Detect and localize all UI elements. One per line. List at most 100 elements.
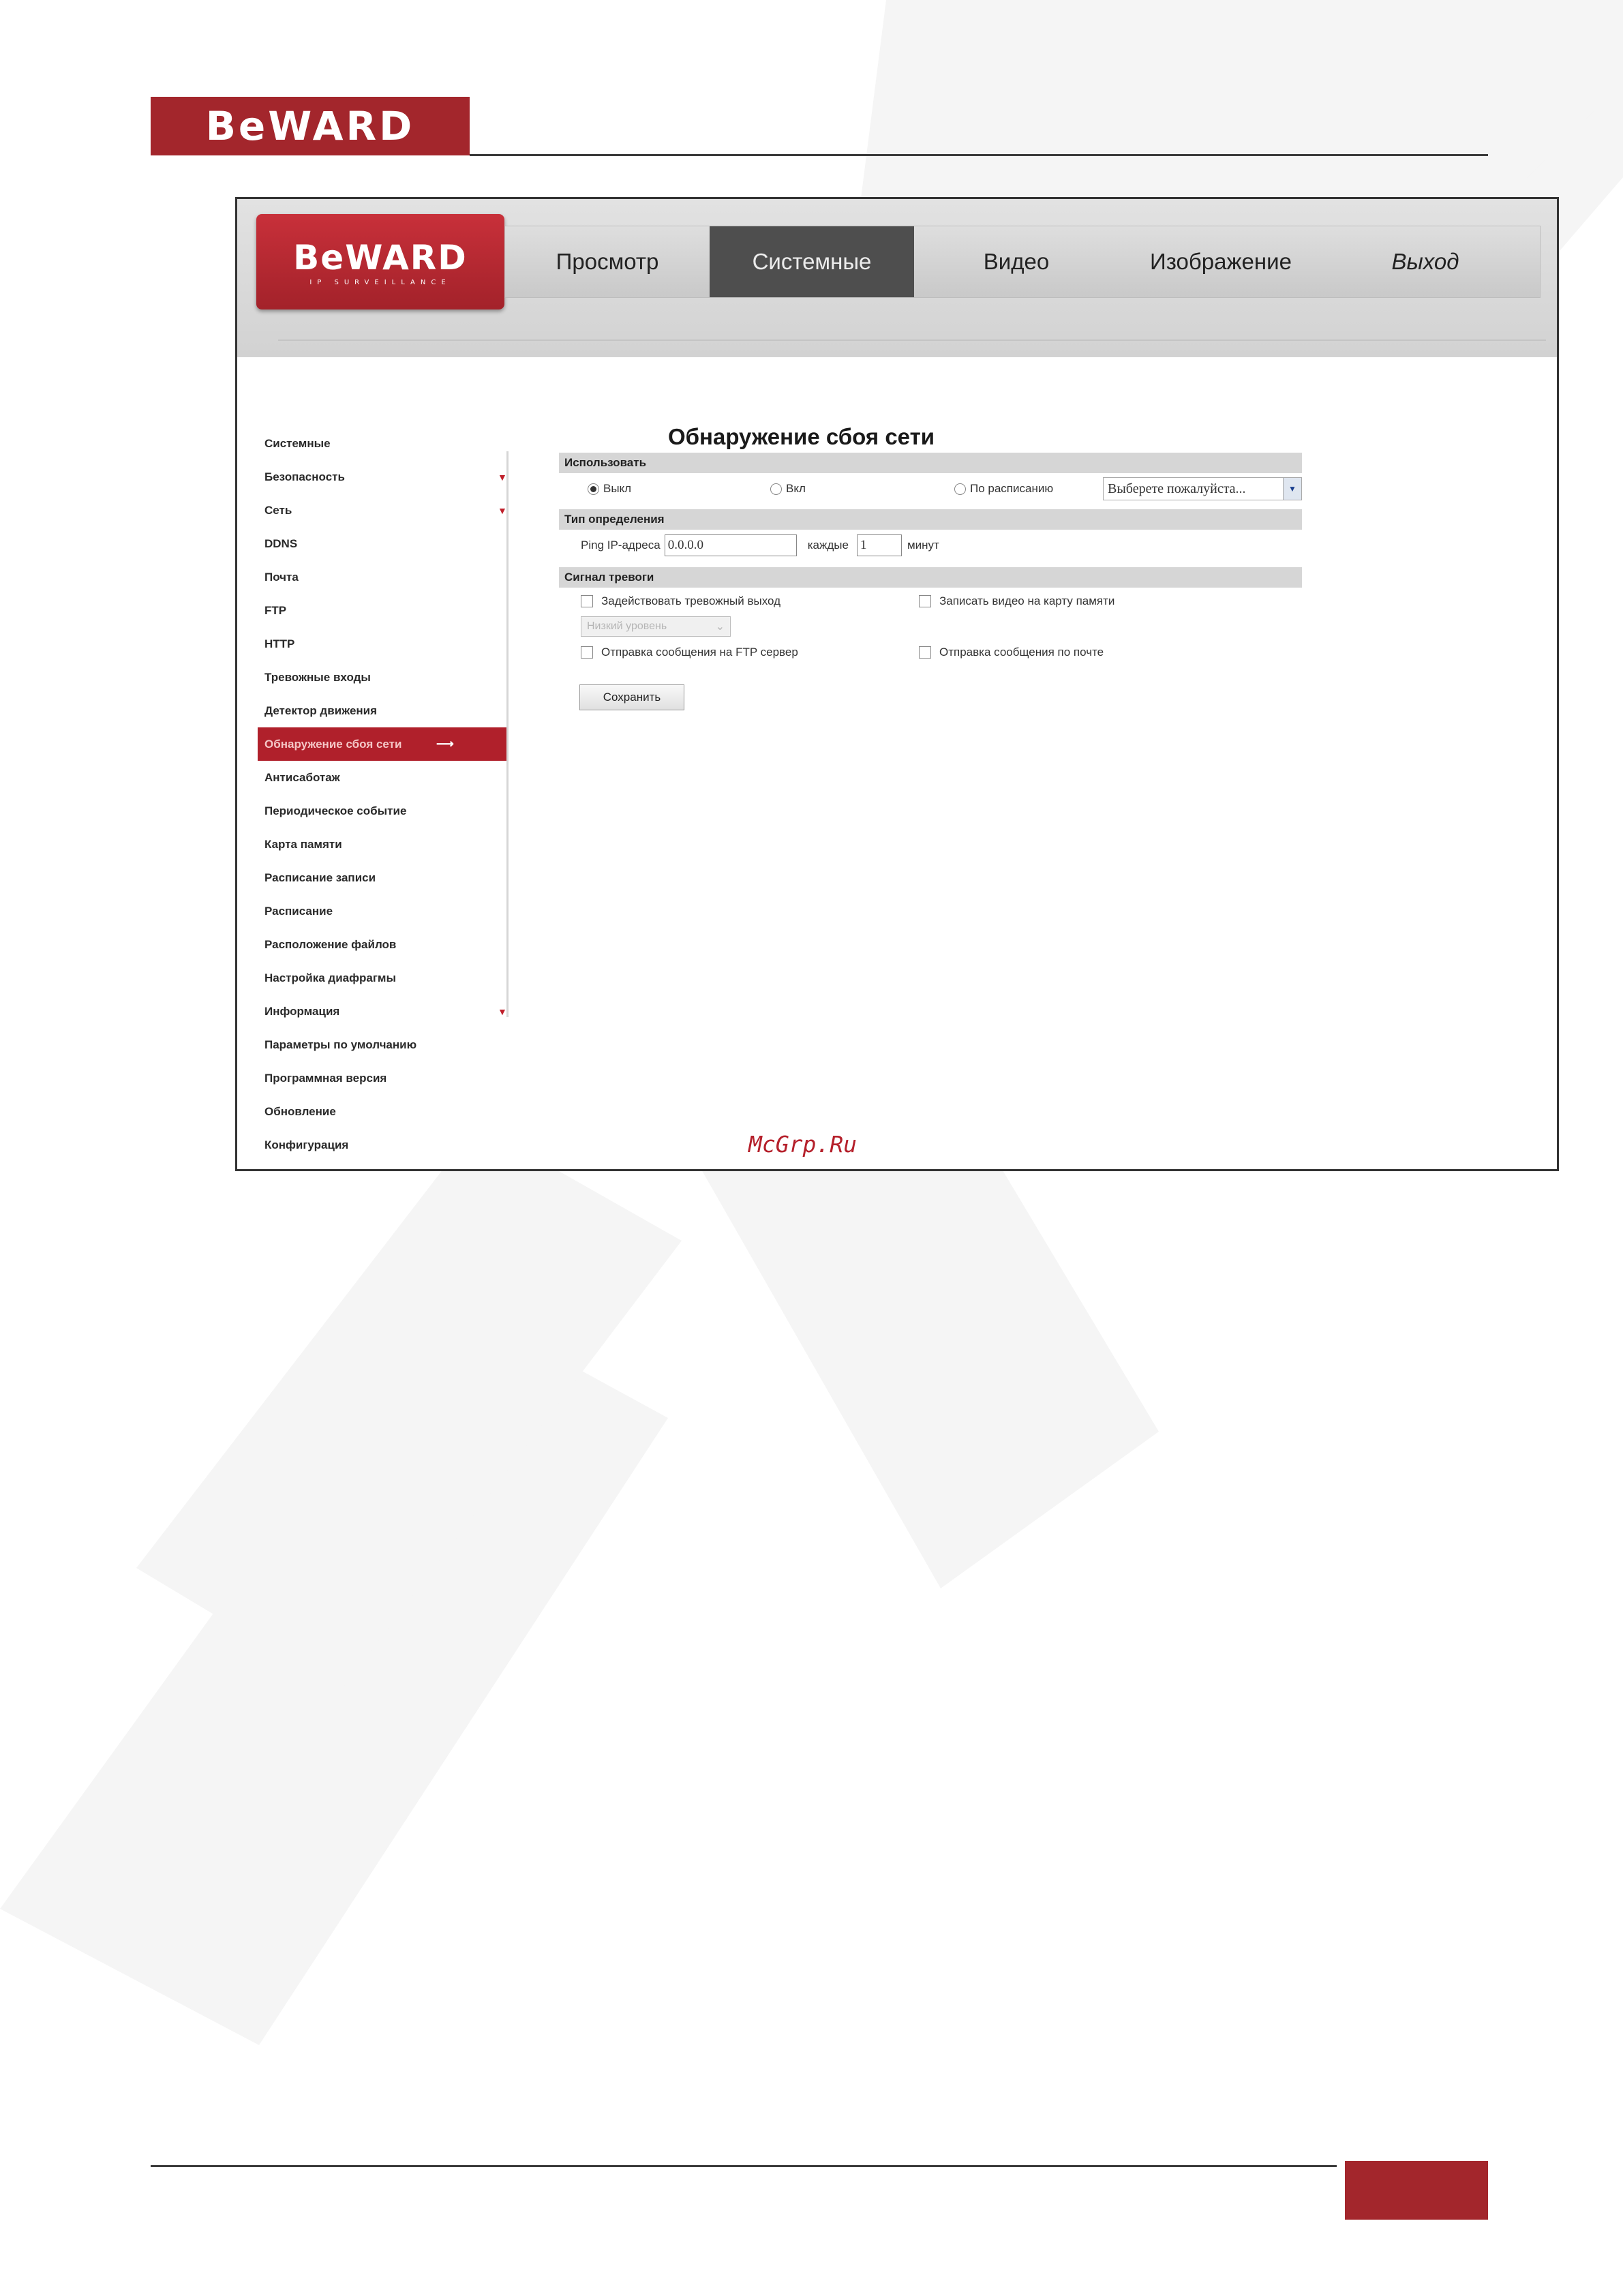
sidebar-item-label: Антисаботаж bbox=[264, 770, 340, 784]
email-message-option[interactable]: Отправка сообщения по почте bbox=[919, 646, 1104, 659]
sidebar-item-label: Расписание bbox=[264, 904, 333, 918]
sidebar-item-configuration[interactable]: Конфигурация bbox=[258, 1128, 506, 1162]
sidebar-item-label: Расположение файлов bbox=[264, 937, 397, 951]
minutes-label: минут bbox=[907, 539, 939, 552]
sidebar-item-label: FTP bbox=[264, 603, 287, 617]
sidebar-item-firmware-version[interactable]: Программная версия bbox=[258, 1061, 506, 1095]
email-message-label: Отправка сообщения по почте bbox=[939, 646, 1104, 659]
radio-off-label: Выкл bbox=[603, 482, 632, 495]
header-rule bbox=[470, 154, 1488, 156]
ping-label: Ping IP-адреса bbox=[581, 539, 661, 552]
schedule-select[interactable]: Выберете пожалуйста... ▼ bbox=[1103, 477, 1302, 500]
tab-logout[interactable]: Выход bbox=[1323, 226, 1528, 297]
sidebar-item-label: Сеть bbox=[264, 503, 292, 517]
sidebar-menu: Системные Безопасность ▼ Сеть ▼ DDNS Почта… bbox=[258, 427, 507, 1162]
sidebar-item-label: HTTP bbox=[264, 637, 295, 650]
sidebar-item-label: Обнаружение сбоя сети bbox=[264, 737, 402, 751]
ftp-message-option[interactable]: Отправка сообщения на FTP сервер bbox=[581, 646, 798, 659]
sidebar-item-label: Обновление bbox=[264, 1104, 336, 1118]
source-watermark-text: McGrp.Ru bbox=[748, 1131, 857, 1158]
sidebar-item-tamper[interactable]: Антисаботаж bbox=[258, 761, 506, 794]
page-title: Обнаружение сбоя сети bbox=[668, 424, 935, 449]
sidebar-item-periodic-event[interactable]: Периодическое событие bbox=[258, 794, 506, 828]
sidebar-item-label: Информация bbox=[264, 1004, 340, 1018]
record-sd-label: Записать видео на карту памяти bbox=[939, 594, 1115, 607]
sidebar-item-http[interactable]: HTTP bbox=[258, 627, 506, 661]
expand-arrow-icon: ▼ bbox=[498, 504, 507, 516]
sidebar-item-security[interactable]: Безопасность ▼ bbox=[258, 460, 507, 494]
sidebar-item-file-location[interactable]: Расположение файлов bbox=[258, 928, 506, 961]
footer-rule bbox=[151, 2165, 1337, 2167]
sidebar-item-label: Карта памяти bbox=[264, 837, 342, 851]
sidebar-item-label: Настройка диафрагмы bbox=[264, 971, 397, 984]
sidebar-item-mail[interactable]: Почта bbox=[258, 560, 506, 594]
ip-address-input[interactable]: 0.0.0.0 bbox=[664, 534, 797, 556]
tab-image[interactable]: Изображение bbox=[1119, 226, 1323, 297]
ui-logo-brand: BeWARD bbox=[293, 237, 468, 277]
alarm-output-checkbox[interactable] bbox=[581, 595, 593, 607]
beward-ui-logo: BeWARD IP SURVEILLANCE bbox=[256, 214, 504, 309]
sidebar-item-information[interactable]: Информация ▼ bbox=[258, 995, 507, 1028]
tab-video[interactable]: Видео bbox=[914, 226, 1119, 297]
sidebar-item-label: Параметры по умолчанию bbox=[264, 1038, 417, 1051]
sidebar-item-network-failure[interactable]: Обнаружение сбоя сети bbox=[258, 727, 506, 761]
radio-on-label: Вкл bbox=[786, 482, 806, 495]
save-button[interactable]: Сохранить bbox=[579, 684, 684, 710]
alarm-output-option[interactable]: Задействовать тревожный выход bbox=[581, 594, 780, 608]
sidebar-item-iris[interactable]: Настройка диафрагмы bbox=[258, 961, 506, 995]
schedule-select-value: Выберете пожалуйста... bbox=[1108, 481, 1246, 496]
sidebar-divider bbox=[506, 451, 509, 1017]
record-sd-checkbox[interactable] bbox=[919, 595, 931, 607]
chevron-down-icon[interactable]: ▼ bbox=[1283, 478, 1301, 500]
sidebar-item-alarm-inputs[interactable]: Тревожные входы bbox=[258, 661, 506, 694]
sidebar-item-label: Конфигурация bbox=[264, 1138, 349, 1151]
expand-arrow-icon: ▼ bbox=[498, 471, 507, 483]
camera-web-ui-screenshot: BeWARD IP SURVEILLANCE Просмотр Системны… bbox=[235, 197, 1559, 1171]
minutes-input[interactable]: 1 bbox=[856, 534, 902, 556]
ftp-message-checkbox[interactable] bbox=[581, 646, 593, 659]
sidebar-item-memory-card[interactable]: Карта памяти bbox=[258, 828, 506, 861]
section-header-use: Использовать bbox=[559, 453, 1302, 473]
sidebar-item-ddns[interactable]: DDNS bbox=[258, 527, 506, 560]
record-sd-option[interactable]: Записать видео на карту памяти bbox=[919, 594, 1114, 608]
ui-logo-tagline: IP SURVEILLANCE bbox=[309, 278, 451, 286]
sidebar-item-ftp[interactable]: FTP bbox=[258, 594, 506, 627]
radio-schedule-label: По расписанию bbox=[970, 482, 1054, 495]
tab-view[interactable]: Просмотр bbox=[505, 226, 710, 297]
sidebar-item-defaults[interactable]: Параметры по умолчанию bbox=[258, 1028, 506, 1061]
sidebar-item-schedule[interactable]: Расписание bbox=[258, 894, 506, 928]
sidebar-item-label: Программная версия bbox=[264, 1071, 387, 1085]
sidebar-item-label: DDNS bbox=[264, 537, 298, 550]
email-message-checkbox[interactable] bbox=[919, 646, 931, 659]
chevron-down-icon: ⌄ bbox=[715, 621, 725, 633]
section-header-alarm: Сигнал тревоги bbox=[559, 567, 1302, 588]
ping-row: Ping IP-адреса 0.0.0.0 каждые 1 минут bbox=[581, 534, 939, 556]
sidebar-item-label: Безопасность bbox=[264, 470, 345, 483]
alarm-output-label: Задействовать тревожный выход bbox=[601, 594, 781, 607]
radio-off-option[interactable]: Выкл bbox=[588, 482, 631, 496]
radio-schedule-option[interactable]: По расписанию bbox=[954, 482, 1053, 496]
brand-text: BeWARD bbox=[205, 103, 415, 149]
sidebar-item-record-schedule[interactable]: Расписание записи bbox=[258, 861, 506, 894]
expand-arrow-icon: ▼ bbox=[498, 1006, 507, 1017]
tab-system[interactable]: Системные bbox=[710, 226, 914, 297]
beward-logo: BeWARD bbox=[151, 97, 470, 155]
section-header-detection: Тип определения bbox=[559, 509, 1302, 530]
radio-on[interactable] bbox=[770, 483, 782, 495]
sidebar-item-label: Почта bbox=[264, 570, 299, 584]
alarm-level-select[interactable]: Низкий уровень ⌄ bbox=[581, 616, 731, 637]
sidebar-item-motion-detection[interactable]: Детектор движения bbox=[258, 694, 506, 727]
sidebar-item-update[interactable]: Обновление bbox=[258, 1095, 506, 1128]
header-divider bbox=[278, 339, 1546, 341]
page-number-box bbox=[1345, 2161, 1488, 2220]
main-nav: Просмотр Системные Видео Изображение Вых… bbox=[504, 226, 1541, 298]
every-label: каждые bbox=[807, 539, 849, 552]
radio-schedule[interactable] bbox=[954, 483, 966, 495]
radio-off[interactable] bbox=[588, 483, 599, 495]
sidebar-item-network[interactable]: Сеть ▼ bbox=[258, 494, 507, 527]
ftp-message-label: Отправка сообщения на FTP сервер bbox=[601, 646, 798, 659]
sidebar-item-label: Расписание записи bbox=[264, 871, 376, 884]
sidebar-item-label: Периодическое событие bbox=[264, 804, 407, 817]
sidebar-item-system[interactable]: Системные bbox=[258, 427, 506, 460]
radio-on-option[interactable]: Вкл bbox=[770, 482, 806, 496]
